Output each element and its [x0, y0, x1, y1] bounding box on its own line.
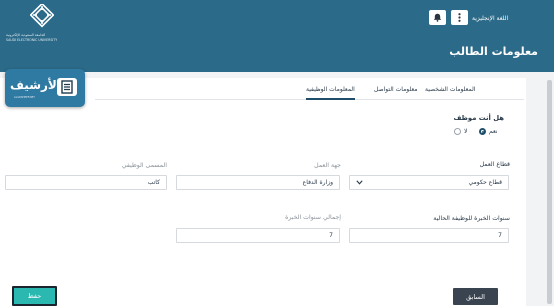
university-name-en: SAUDI ELECTRONIC UNIVERSITY: [6, 38, 58, 42]
total-years-input[interactable]: 7: [176, 228, 340, 243]
employer-value: وزارة الدفاع: [302, 179, 333, 186]
form-card: [0, 78, 526, 306]
scrollbar-thumb[interactable]: [547, 80, 552, 304]
total-years-value: 7: [329, 232, 333, 239]
employment-question: هل أنت موظف: [453, 114, 504, 122]
university-name-ar: الجامعة السعودية الإلكترونية: [6, 33, 46, 37]
language-switch[interactable]: اللغة الإنجليزية: [472, 15, 508, 22]
current-years-input[interactable]: 7: [349, 228, 509, 243]
radio-no-control[interactable]: [454, 128, 461, 135]
archive-badge[interactable]: الأرشيف ALARSHEEF.NET: [5, 69, 85, 107]
tab-contact-info[interactable]: معلومات التواصل: [374, 86, 418, 93]
radio-no[interactable]: لا: [454, 128, 467, 135]
archive-badge-sub: ALARSHEEF.NET: [14, 96, 35, 99]
employer-label: جهة العمل: [314, 162, 341, 169]
university-logo-icon: [30, 4, 54, 28]
chevron-down-icon: [356, 180, 363, 185]
more-options-button[interactable]: [451, 10, 468, 25]
university-logo[interactable]: الجامعة السعودية الإلكترونية SAUDI ELECT…: [6, 4, 68, 44]
sector-select[interactable]: قطاع حكومي: [349, 175, 509, 190]
notification-bell-icon: [433, 13, 442, 22]
sector-label: قطاع العمل: [479, 161, 510, 168]
total-years-label: إجمالي سنوات الخبرة: [285, 214, 341, 221]
header-bar: الجامعة السعودية الإلكترونية SAUDI ELECT…: [0, 0, 554, 72]
page-title: معلومات الطالب: [449, 45, 538, 58]
tab-personal-info[interactable]: المعلومات الشخصية: [425, 86, 476, 93]
employer-input[interactable]: وزارة الدفاع: [176, 175, 340, 190]
sector-value: قطاع حكومي: [468, 179, 502, 186]
current-years-value: 7: [498, 232, 502, 239]
archive-icon: [57, 78, 77, 96]
page: الجامعة السعودية الإلكترونية SAUDI ELECT…: [0, 0, 554, 306]
archive-badge-label: الأرشيف: [10, 78, 61, 92]
radio-no-label: لا: [464, 128, 468, 135]
job-title-input[interactable]: كاتب: [5, 175, 167, 190]
job-title-label: المسمى الوظيفي: [121, 162, 167, 169]
tab-employment-info[interactable]: المعلومات الوظيفية: [306, 86, 355, 100]
current-years-label: سنوات الخبرة للوظيفة الحالية: [433, 215, 510, 222]
job-title-value: كاتب: [147, 179, 160, 186]
more-options-icon: [458, 13, 461, 22]
previous-button[interactable]: السابق: [453, 288, 498, 305]
radio-yes-label: نعم: [489, 128, 498, 135]
notifications-button[interactable]: [429, 10, 446, 25]
radio-yes-control[interactable]: [479, 128, 486, 135]
radio-yes[interactable]: نعم: [479, 128, 498, 135]
save-button[interactable]: حفظ: [12, 286, 57, 306]
